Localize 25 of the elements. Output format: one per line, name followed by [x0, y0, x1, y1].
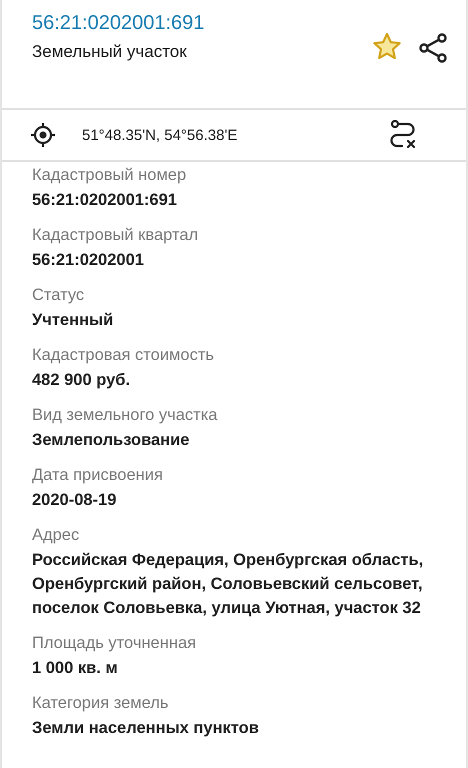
field-value: Учтенный	[32, 310, 114, 331]
field-label: Площадь уточненная	[32, 633, 198, 654]
share-icon[interactable]	[418, 32, 448, 64]
cadastral-number-title: 56:21:0202001:691	[32, 11, 206, 36]
field-value: Российская Федерация, Оренбургская область, Оренбургский район, Соловьевский сельсовет, поселок Соловьевка, улица Уютная, участок 32	[32, 550, 424, 619]
field-value: Земли населенных пунктов	[32, 718, 260, 739]
field-value: Землепользование	[32, 430, 190, 451]
field-label: Статус	[32, 285, 86, 306]
field-value: 482 900 руб.	[32, 370, 132, 391]
route-icon[interactable]	[388, 120, 418, 150]
field-label: Кадастровый квартал	[32, 225, 200, 246]
locate-icon[interactable]	[30, 122, 56, 148]
field-label: Вид земельного участка	[32, 405, 218, 426]
field-label: Дата присвоения	[32, 465, 164, 486]
field-value: 56:21:0202001:691	[32, 190, 178, 211]
field-label: Категория земель	[32, 693, 170, 714]
field-label: Кадастровая стоимость	[32, 345, 215, 366]
object-type-subtitle: Земельный участок	[32, 41, 188, 63]
field-value: 56:21:0202001	[32, 250, 145, 271]
star-icon[interactable]	[372, 32, 402, 60]
field-label: Адрес	[32, 525, 80, 546]
field-value: 1 000 кв. м	[32, 658, 119, 679]
field-label: Кадастровый номер	[32, 165, 188, 186]
field-value: 2020-08-19	[32, 490, 118, 511]
coordinates-text: 51°48.35'N, 54°56.38'E	[82, 126, 238, 144]
